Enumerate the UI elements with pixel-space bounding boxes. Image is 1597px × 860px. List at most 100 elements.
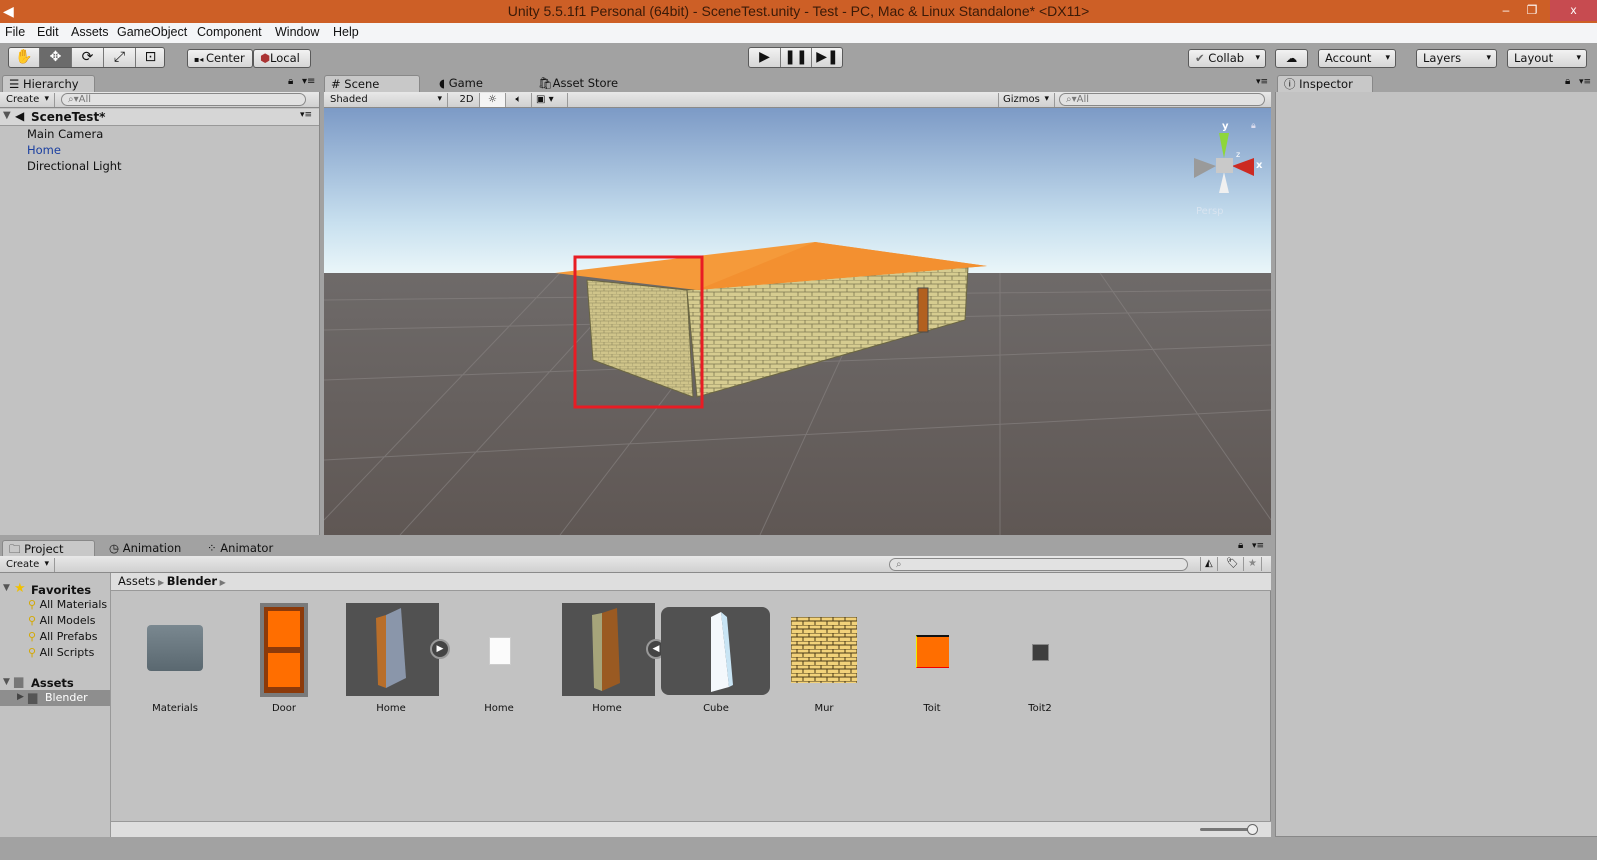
panel-menu-icon[interactable]: ▾≡ bbox=[302, 76, 315, 87]
favorite-all-models[interactable]: ⚲ All Models bbox=[28, 614, 95, 627]
playback-controls: ▶ ❚❚ ▶❚ bbox=[748, 47, 843, 68]
expand-arrow-icon[interactable]: ▼ bbox=[3, 677, 10, 687]
tab-scene[interactable]: # Scene bbox=[324, 75, 420, 92]
close-button[interactable]: x bbox=[1550, 0, 1597, 21]
asset-home-file[interactable]: Home bbox=[449, 603, 549, 721]
move-tool-icon[interactable]: ✥ bbox=[40, 48, 72, 67]
projection-label[interactable]: Persp bbox=[1196, 206, 1224, 217]
layers-dropdown[interactable]: Layers bbox=[1416, 49, 1497, 68]
audio-toggle-icon[interactable]: 🔈︎ bbox=[506, 93, 532, 107]
scale-tool-icon[interactable]: ⤢ bbox=[104, 48, 136, 67]
hierarchy-search-input[interactable]: ⌕▾All bbox=[61, 93, 306, 106]
favorite-all-prefabs[interactable]: ⚲ All Prefabs bbox=[28, 630, 98, 643]
search-magnifier-icon: ⚲ bbox=[28, 598, 40, 611]
lock-icon[interactable]: 🔒︎ bbox=[1565, 76, 1570, 87]
minimize-button[interactable]: – bbox=[1494, 0, 1518, 21]
scene-search-input[interactable]: ⌕▾All bbox=[1059, 93, 1265, 106]
asset-home-model[interactable]: ◀ Home bbox=[557, 603, 666, 721]
expand-prefab-button[interactable]: ▶ bbox=[430, 639, 450, 659]
asset-cube[interactable]: Cube bbox=[661, 603, 771, 721]
asset-materials[interactable]: Materials bbox=[125, 603, 225, 721]
tab-inspector[interactable]: ⓘ Inspector bbox=[1277, 75, 1373, 92]
gizmo-lock-icon[interactable]: 🔒︎ bbox=[1251, 121, 1256, 131]
asset-home-prefab[interactable]: ▶ Home bbox=[341, 603, 450, 721]
favorite-all-scripts[interactable]: ⚲ All Scripts bbox=[28, 646, 94, 659]
step-button[interactable]: ▶❚ bbox=[812, 48, 843, 67]
tab-game[interactable]: ◖ Game bbox=[433, 75, 483, 92]
project-search-input[interactable]: ⌕ bbox=[889, 558, 1188, 571]
expand-arrow-icon[interactable]: ▼ bbox=[3, 110, 11, 121]
filter-by-label-icon[interactable]: 🏷︎ bbox=[1222, 557, 1244, 571]
tree-item-blender[interactable]: ▶ ▆ Blender bbox=[0, 690, 110, 706]
tab-project[interactable]: 🗀 Project bbox=[2, 540, 95, 557]
pivot-center-button[interactable]: ▪◂ Center bbox=[187, 49, 253, 68]
gizmo-z-label: z bbox=[1236, 150, 1240, 159]
menu-bar: File Edit Assets GameObject Component Wi… bbox=[0, 23, 1597, 43]
shading-mode-dropdown[interactable]: Shaded bbox=[326, 93, 448, 107]
collapse-arrow-icon[interactable]: ▶ bbox=[17, 692, 24, 702]
effects-dropdown-icon[interactable]: ▣ ▾ bbox=[532, 93, 568, 107]
menu-window[interactable]: Window bbox=[275, 25, 319, 39]
breadcrumb-blender[interactable]: Blender bbox=[167, 574, 217, 588]
menu-help[interactable]: Help bbox=[333, 25, 359, 39]
asset-toit[interactable]: Toit bbox=[882, 603, 982, 721]
create-dropdown[interactable]: Create bbox=[2, 558, 55, 572]
rotate-tool-icon[interactable]: ⟳ bbox=[72, 48, 104, 67]
layout-dropdown[interactable]: Layout bbox=[1507, 49, 1587, 68]
scene-viewport[interactable]: y x z 🔒︎ Persp bbox=[324, 108, 1271, 535]
panel-menu-icon[interactable]: ▾≡ bbox=[1256, 77, 1268, 87]
filter-by-type-icon[interactable]: ◭ bbox=[1200, 557, 1218, 571]
asset-mur[interactable]: Mur bbox=[774, 603, 874, 721]
title-bar: ◀ Unity 5.5.1f1 Personal (64bit) - Scene… bbox=[0, 0, 1597, 23]
assets-root[interactable]: Assets bbox=[31, 676, 74, 690]
breadcrumb: Assets ▶ Blender ▶ bbox=[111, 573, 1271, 591]
scene-toolbar: Shaded 2D ☼ 🔈︎ ▣ ▾ Gizmos ⌕▾All bbox=[324, 92, 1271, 108]
scene-menu-icon[interactable]: ▾≡ bbox=[300, 110, 312, 120]
cloud-button[interactable]: ☁ bbox=[1275, 49, 1308, 68]
lighting-toggle-icon[interactable]: ☼ bbox=[480, 93, 506, 107]
lock-icon[interactable]: 🔒︎ bbox=[288, 76, 293, 87]
gizmo-y-label: y bbox=[1222, 121, 1229, 132]
hierarchy-toolbar: Create ⌕▾All bbox=[0, 92, 319, 108]
pivot-local-button[interactable]: ⬢Local bbox=[253, 49, 311, 68]
account-dropdown[interactable]: Account bbox=[1318, 49, 1396, 68]
lock-icon[interactable]: 🔒︎ bbox=[1238, 540, 1243, 551]
collab-dropdown[interactable]: ✔ Collab bbox=[1188, 49, 1266, 68]
hierarchy-item-home[interactable]: Home bbox=[27, 143, 61, 157]
asset-door[interactable]: Door bbox=[234, 603, 334, 721]
tab-hierarchy[interactable]: ☰ Hierarchy bbox=[2, 75, 95, 92]
menu-edit[interactable]: Edit bbox=[37, 25, 59, 39]
thumbnail-size-slider[interactable] bbox=[1200, 828, 1250, 831]
panel-menu-icon[interactable]: ▾≡ bbox=[1579, 77, 1591, 87]
menu-file[interactable]: File bbox=[5, 25, 25, 39]
asset-toit2[interactable]: Toit2 bbox=[990, 603, 1090, 721]
tab-animator[interactable]: ⁘ Animator bbox=[201, 540, 273, 557]
house-door bbox=[917, 287, 929, 333]
favorite-all-materials[interactable]: ⚲ All Materials bbox=[28, 598, 107, 611]
tab-asset-store[interactable]: 🛍︎Asset Store bbox=[532, 75, 618, 92]
scene-row[interactable]: ▼ ◀ SceneTest* ▾≡ bbox=[0, 109, 319, 126]
expand-arrow-icon[interactable]: ▼ bbox=[3, 583, 10, 593]
pivot-icon: ▪◂ bbox=[194, 55, 206, 64]
panel-menu-icon[interactable]: ▾≡ bbox=[1252, 541, 1264, 551]
breadcrumb-assets[interactable]: Assets bbox=[118, 574, 155, 588]
play-button[interactable]: ▶ bbox=[749, 48, 781, 67]
menu-gameobject[interactable]: GameObject bbox=[117, 25, 187, 39]
tab-animation[interactable]: ◷ Animation bbox=[103, 540, 181, 557]
favorites-star-icon[interactable]: ★ bbox=[1244, 557, 1262, 571]
pause-button[interactable]: ❚❚ bbox=[781, 48, 812, 67]
slider-thumb[interactable] bbox=[1247, 824, 1258, 835]
2d-toggle[interactable]: 2D bbox=[454, 93, 480, 107]
create-dropdown[interactable]: Create bbox=[2, 93, 55, 107]
gizmos-dropdown[interactable]: Gizmos bbox=[998, 93, 1055, 107]
hierarchy-item-main-camera[interactable]: Main Camera bbox=[27, 127, 103, 141]
restore-button[interactable]: ❐ bbox=[1520, 0, 1544, 21]
project-toolbar: Create ⌕ ◭ 🏷︎ ★ bbox=[0, 556, 1271, 573]
menu-component[interactable]: Component bbox=[197, 25, 262, 39]
hierarchy-item-directional-light[interactable]: Directional Light bbox=[27, 159, 122, 173]
hand-tool-icon[interactable]: ✋ bbox=[9, 48, 40, 67]
scene-view[interactable]: y x z 🔒︎ Persp bbox=[324, 108, 1271, 535]
rect-tool-icon[interactable]: ⊡ bbox=[136, 48, 165, 67]
menu-assets[interactable]: Assets bbox=[71, 25, 109, 39]
favorites-label[interactable]: Favorites bbox=[31, 583, 91, 597]
